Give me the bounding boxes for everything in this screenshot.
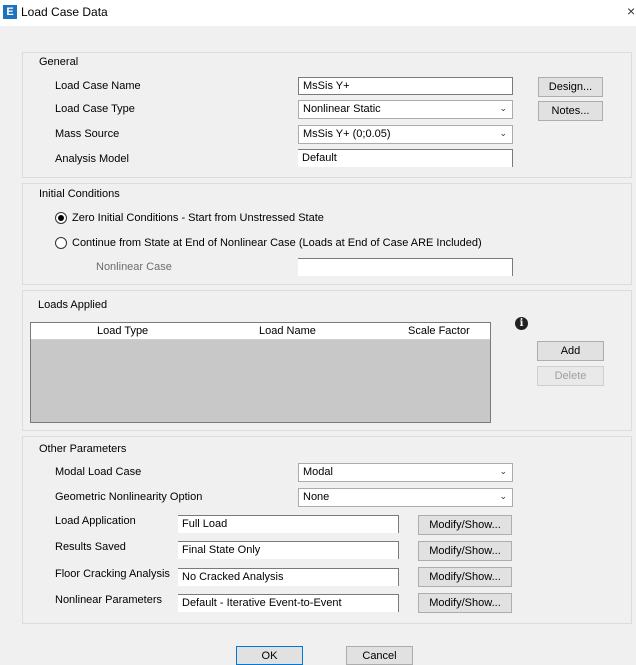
continue-from-state-radio[interactable]: [55, 237, 67, 249]
delete-load-button[interactable]: Delete: [537, 366, 604, 386]
chevron-down-icon: ⌄: [499, 491, 507, 501]
other-parameters-title: Other Parameters: [39, 443, 127, 455]
loads-applied-title: Loads Applied: [38, 299, 108, 311]
loads-applied-table[interactable]: Load Type Load Name Scale Factor: [30, 322, 491, 423]
load-case-type-value: Nonlinear Static: [303, 103, 381, 115]
floor-cracking-label: Floor Cracking Analysis: [55, 568, 170, 580]
cancel-button[interactable]: Cancel: [346, 646, 413, 665]
mass-source-select[interactable]: MsSis Y+ (0;0.05) ⌄: [298, 125, 513, 144]
geometric-nonlinearity-label: Geometric Nonlinearity Option: [55, 491, 203, 503]
load-application-modify-button[interactable]: Modify/Show...: [418, 515, 512, 535]
window-title: Load Case Data: [21, 5, 108, 19]
nonlinear-parameters-field: Default - Iterative Event-to-Event: [178, 594, 399, 612]
chevron-down-icon: ⌄: [499, 128, 507, 138]
column-header-load-name[interactable]: Load Name: [259, 325, 316, 337]
notes-button[interactable]: Notes...: [538, 101, 603, 121]
analysis-model-field: Default: [298, 149, 513, 167]
continue-from-state-label[interactable]: Continue from State at End of Nonlinear …: [72, 237, 482, 249]
modal-load-case-value: Modal: [303, 466, 333, 478]
load-case-name-input[interactable]: MsSis Y+: [298, 77, 513, 95]
mass-source-label: Mass Source: [55, 128, 120, 140]
initial-conditions-title: Initial Conditions: [39, 188, 120, 200]
geometric-nonlinearity-select[interactable]: None ⌄: [298, 488, 513, 507]
floor-cracking-field: No Cracked Analysis: [178, 568, 399, 586]
column-header-load-type[interactable]: Load Type: [97, 325, 148, 337]
load-case-type-select[interactable]: Nonlinear Static ⌄: [298, 100, 513, 119]
nonlinear-case-field: [298, 258, 513, 276]
ok-button[interactable]: OK: [236, 646, 303, 665]
results-saved-label: Results Saved: [55, 541, 126, 553]
zero-initial-conditions-radio[interactable]: [55, 212, 67, 224]
modal-load-case-select[interactable]: Modal ⌄: [298, 463, 513, 482]
load-application-field: Full Load: [178, 515, 399, 533]
load-case-type-label: Load Case Type: [55, 103, 135, 115]
title-bar: E Load Case Data ×: [0, 0, 636, 26]
etabs-app-icon: E: [3, 5, 17, 19]
results-saved-field: Final State Only: [178, 541, 399, 559]
nonlinear-parameters-modify-button[interactable]: Modify/Show...: [418, 593, 512, 613]
zero-initial-conditions-label[interactable]: Zero Initial Conditions - Start from Uns…: [72, 212, 324, 224]
mass-source-value: MsSis Y+ (0;0.05): [303, 128, 391, 140]
chevron-down-icon: ⌄: [499, 466, 507, 476]
load-application-label: Load Application: [55, 515, 136, 527]
column-header-scale-factor[interactable]: Scale Factor: [408, 325, 470, 337]
floor-cracking-modify-button[interactable]: Modify/Show...: [418, 567, 512, 587]
nonlinear-parameters-label: Nonlinear Parameters: [55, 594, 162, 606]
close-icon[interactable]: ×: [627, 3, 635, 19]
general-group-title: General: [39, 56, 79, 68]
table-header: Load Type Load Name Scale Factor: [31, 323, 490, 340]
add-load-button[interactable]: Add: [537, 341, 604, 361]
nonlinear-case-label: Nonlinear Case: [96, 261, 172, 273]
info-icon[interactable]: i: [515, 317, 528, 330]
modal-load-case-label: Modal Load Case: [55, 466, 142, 478]
analysis-model-label: Analysis Model: [55, 153, 129, 165]
load-case-name-label: Load Case Name: [55, 80, 141, 92]
chevron-down-icon: ⌄: [499, 103, 507, 113]
geometric-nonlinearity-value: None: [303, 491, 330, 503]
results-saved-modify-button[interactable]: Modify/Show...: [418, 541, 512, 561]
design-button[interactable]: Design...: [538, 77, 603, 97]
